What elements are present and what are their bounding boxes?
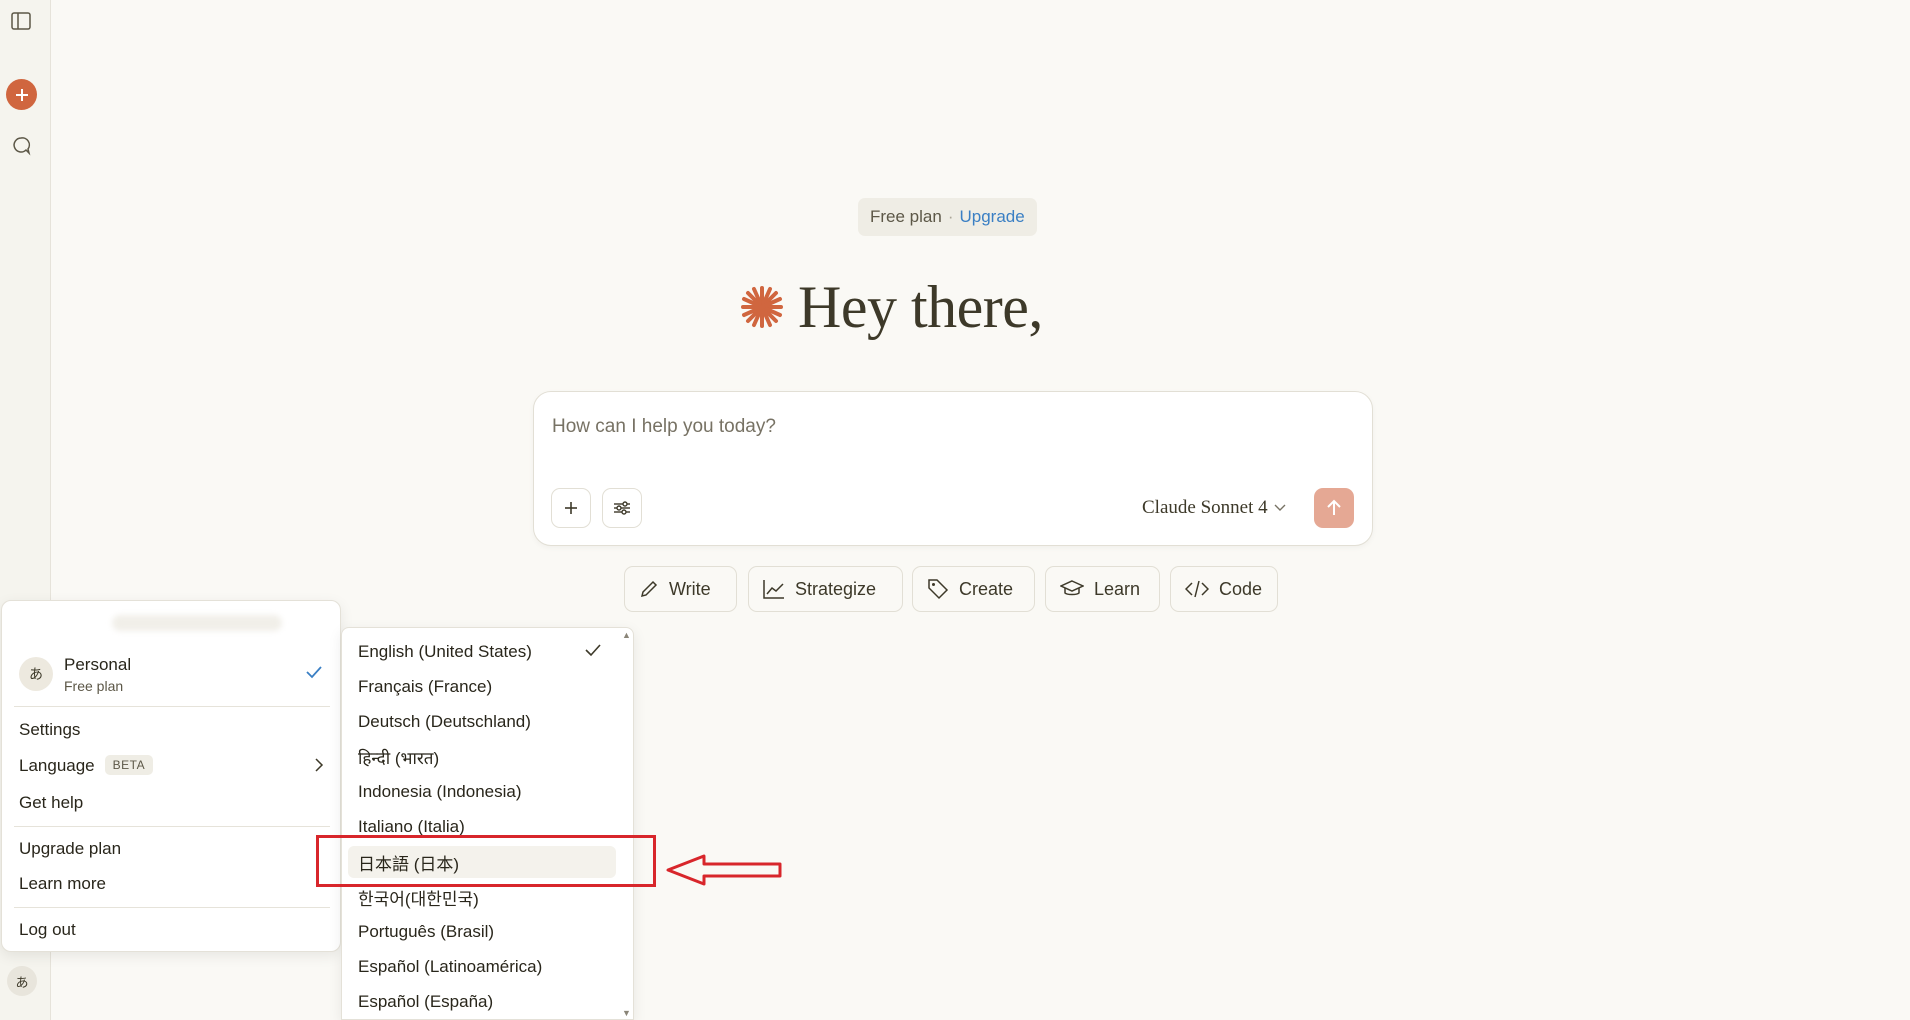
tools-button[interactable] <box>602 488 642 528</box>
upgrade-link[interactable]: Upgrade <box>960 207 1025 227</box>
annotation-highlight-box <box>316 835 656 887</box>
learn-label: Learn <box>1094 578 1141 599</box>
learn-more-item[interactable]: Learn more <box>19 874 106 894</box>
scroll-up-icon[interactable]: ▲ <box>622 630 631 640</box>
annotation-arrow-icon <box>666 854 782 886</box>
language-option[interactable]: English (United States) <box>348 636 616 668</box>
plan-pill: Free plan · Upgrade <box>858 198 1037 236</box>
language-option[interactable]: Español (Latinoamérica) <box>348 951 616 983</box>
upgrade-plan-item[interactable]: Upgrade plan <box>19 839 121 859</box>
greeting-text: Hey there, <box>798 273 1043 340</box>
settings-item[interactable]: Settings <box>19 720 80 740</box>
code-icon <box>1185 580 1209 598</box>
message-input[interactable]: How can I help you today? <box>552 416 776 438</box>
chevron-right-icon <box>315 758 324 772</box>
greeting: Hey there, <box>740 272 1043 342</box>
language-option-label: Deutsch (Deutschland) <box>358 712 531 731</box>
language-option-label: Italiano (Italia) <box>358 817 465 836</box>
language-option[interactable]: Deutsch (Deutschland) <box>348 706 616 738</box>
account-menu: あ Personal Free plan Settings Language BE… <box>1 600 341 952</box>
write-chip[interactable]: Write <box>624 566 737 612</box>
new-chat-button[interactable] <box>6 79 37 110</box>
menu-divider <box>14 826 330 827</box>
send-button[interactable] <box>1314 488 1354 528</box>
composer: How can I help you today? Claude Sonnet … <box>533 391 1373 546</box>
sidebar-toggle-icon[interactable] <box>5 5 37 37</box>
pencil-icon <box>640 580 658 598</box>
check-icon <box>585 644 601 657</box>
language-option-label: Indonesia (Indonesia) <box>358 782 522 801</box>
language-label: Language <box>19 756 95 775</box>
sliders-icon <box>614 501 630 515</box>
create-chip[interactable]: Create <box>912 566 1035 612</box>
create-label: Create <box>959 578 1014 599</box>
language-option[interactable]: Español (España) <box>348 986 616 1018</box>
strategize-chip[interactable]: Strategize <box>748 566 903 612</box>
scroll-down-icon[interactable]: ▼ <box>622 1008 631 1018</box>
language-option[interactable]: Português (Brasil) <box>348 916 616 948</box>
language-option-label: हिन्दी (भारत) <box>358 748 440 768</box>
account-avatar-button[interactable]: あ <box>7 966 37 996</box>
language-option-label: Español (España) <box>358 992 494 1011</box>
language-item[interactable]: Language BETA <box>19 755 335 776</box>
org-avatar: あ <box>19 657 53 691</box>
language-option-label: Português (Brasil) <box>358 922 495 941</box>
plus-icon <box>565 502 577 514</box>
language-option[interactable]: हिन्दी (भारत) <box>348 741 616 773</box>
language-option-label: English (United States) <box>358 642 532 661</box>
code-chip[interactable]: Code <box>1170 566 1278 612</box>
check-icon <box>306 666 322 679</box>
write-label: Write <box>669 578 711 599</box>
chats-icon[interactable] <box>5 130 37 162</box>
org-name: Personal <box>64 655 132 674</box>
org-plan: Free plan <box>64 678 124 694</box>
language-option-label: 한국어(대한민국) <box>358 889 479 909</box>
language-option[interactable]: Français (France) <box>348 671 616 703</box>
model-name: Claude Sonnet 4 <box>1142 497 1268 518</box>
language-option[interactable]: Indonesia (Indonesia) <box>348 776 616 808</box>
arrow-up-icon <box>1327 499 1341 515</box>
language-submenu: ▲ English (United States) Français (Franc… <box>341 627 634 1020</box>
model-selector[interactable]: Claude Sonnet 4 <box>1142 488 1286 528</box>
chevron-down-icon <box>1274 504 1286 511</box>
redacted-email <box>112 615 282 631</box>
org-personal[interactable]: あ Personal Free plan <box>15 651 331 697</box>
get-help-item[interactable]: Get help <box>19 793 83 813</box>
tag-icon <box>928 579 949 600</box>
graduation-cap-icon <box>1060 580 1084 596</box>
code-label: Code <box>1219 578 1263 599</box>
menu-divider <box>14 907 330 908</box>
plan-separator: · <box>947 207 954 226</box>
language-option-label: Français (France) <box>358 677 493 696</box>
strategize-label: Strategize <box>795 578 877 599</box>
beta-badge: BETA <box>104 755 154 775</box>
language-option-label: Español (Latinoamérica) <box>358 957 543 976</box>
attach-button[interactable] <box>551 488 591 528</box>
plan-label: Free plan <box>870 207 942 226</box>
chart-line-icon <box>763 580 784 599</box>
learn-chip[interactable]: Learn <box>1045 566 1160 612</box>
log-out-item[interactable]: Log out <box>19 920 76 940</box>
menu-divider <box>14 706 330 707</box>
claude-spark-icon <box>741 286 783 328</box>
